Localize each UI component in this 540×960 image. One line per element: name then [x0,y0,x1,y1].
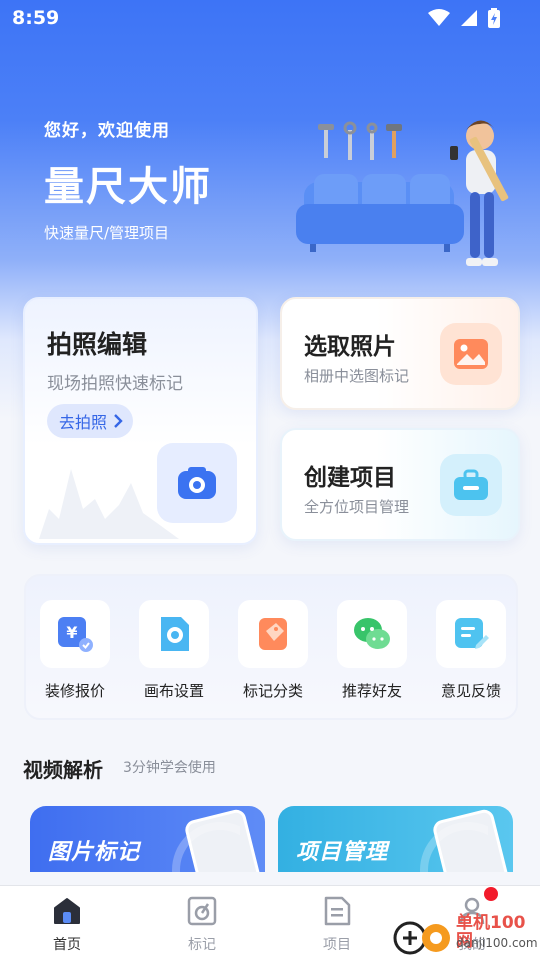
create-project-subtitle: 全方位项目管理 [304,498,410,516]
photo-edit-card[interactable]: 拍照编辑 现场拍照快速标记 去拍照 [23,297,258,545]
sofa-measuring-illustration [296,120,509,266]
price-quote-icon: ¥ [40,600,110,668]
create-project-card[interactable]: 创建项目 全方位项目管理 [280,428,520,541]
photo-edit-subtitle: 现场拍照快速标记 [47,374,183,394]
video-card[interactable]: 图片标记 [30,806,265,872]
pick-photo-subtitle: 相册中选图标记 [304,367,410,385]
video-section-title: 视频解析 [23,758,103,782]
pick-photo-card[interactable]: 选取照片 相册中选图标记 [280,297,520,410]
app-screen: 8:59 您好，欢迎使用 量尺大师 快速量尺/管理项目 拍照编辑 现场拍照快速标… [0,0,540,960]
chevron-right-icon [114,414,123,428]
wechat-share-icon [337,600,407,668]
quick-item-label: 装修报价 [44,682,105,700]
status-time: 8:59 [12,7,60,29]
quick-item-recommend-friends[interactable]: 推荐好友 [327,600,417,701]
gallery-icon [454,339,488,369]
notification-badge [484,887,498,901]
hero-subtitle: 快速量尺/管理项目 [44,224,170,242]
mark-icon [187,896,217,926]
watermark-url: danji100.com [456,936,538,950]
quick-item-label: 推荐好友 [341,682,402,700]
video-title: 项目管理 [296,840,389,865]
signal-icon [461,10,477,26]
take-photo-label: 去拍照 [59,413,108,432]
gallery-tile [440,323,502,385]
tag-category-icon [238,600,308,668]
pick-photo-title: 选取照片 [304,334,396,360]
quick-item-label: 画布设置 [143,682,204,700]
video-section-subtitle: 3分钟学会使用 [123,760,216,776]
tools-icon [318,121,402,160]
tab-label: 标记 [188,937,216,953]
quick-item-label: 标记分类 [242,682,303,700]
camera-tile [157,443,237,523]
wifi-icon [428,9,450,26]
camera-icon [178,467,216,499]
feedback-icon [436,600,506,668]
photo-edit-title: 拍照编辑 [47,330,148,359]
quick-item-canvas-settings[interactable]: 画布设置 [129,600,219,701]
hero-greeting: 您好，欢迎使用 [44,121,170,141]
tab-label: 项目 [323,937,351,953]
canvas-settings-icon [139,600,209,668]
tab-mark[interactable]: 标记 [162,896,242,954]
create-project-title: 创建项目 [304,465,396,491]
quick-item-feedback[interactable]: 意见反馈 [426,600,516,701]
tab-home[interactable]: 首页 [27,896,107,954]
quick-item-tag-category[interactable]: 标记分类 [228,600,318,701]
project-icon [324,896,351,926]
sofa [296,174,464,252]
ring-decoration [420,822,488,872]
status-icons [428,8,500,28]
battery-icon [488,8,500,28]
quick-menu: ¥ 装修报价 画布设置 标记分类 推荐好友 意见反馈 [24,574,518,720]
toolbox-icon [454,469,488,500]
take-photo-button[interactable]: 去拍照 [47,404,134,438]
svg-text:¥: ¥ [66,623,77,642]
tab-label: 首页 [53,937,81,953]
video-card[interactable]: 项目管理 [278,806,513,872]
video-title: 图片标记 [48,840,141,865]
home-icon [54,898,80,924]
tab-project[interactable]: 项目 [297,896,377,954]
app-title: 量尺大师 [44,164,212,210]
quick-item-label: 意见反馈 [440,682,501,700]
ring-decoration [172,822,240,872]
quick-item-price-quote[interactable]: ¥ 装修报价 [30,600,120,701]
status-bar: 8:59 [0,0,540,36]
toolbox-tile [440,454,502,516]
person-figure [450,120,509,266]
